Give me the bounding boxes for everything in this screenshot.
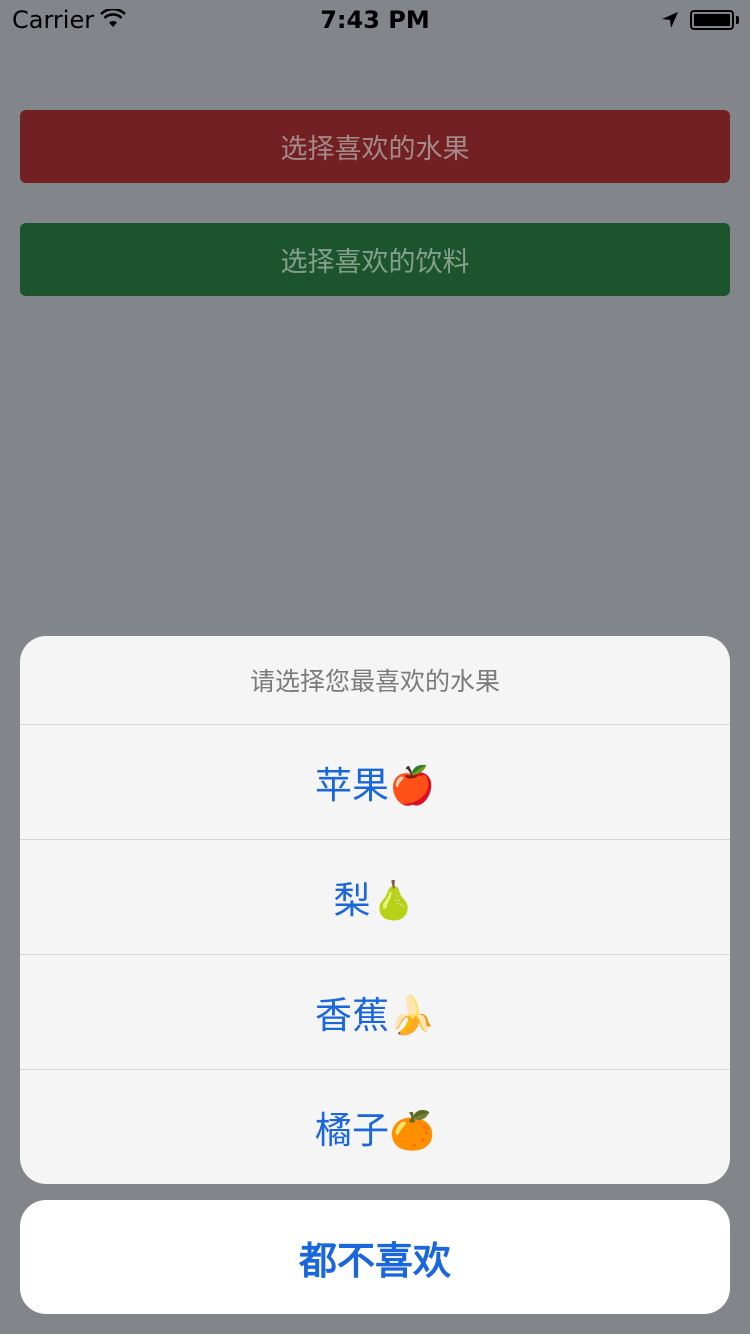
option-apple[interactable]: 苹果🍎 [20,725,730,840]
choose-fruit-button[interactable]: 选择喜欢的水果 [20,110,730,183]
option-banana[interactable]: 香蕉🍌 [20,955,730,1070]
cancel-button[interactable]: 都不喜欢 [20,1200,730,1314]
status-bar: Carrier 7:43 PM [0,0,750,40]
choose-drink-button[interactable]: 选择喜欢的饮料 [20,223,730,296]
battery-tip [736,16,739,24]
location-arrow-icon [662,12,678,28]
action-sheet-title: 请选择您最喜欢的水果 [20,636,730,725]
battery-icon [690,10,734,30]
action-sheet: 请选择您最喜欢的水果 苹果🍎 梨🍐 香蕉🍌 橘子🍊 [20,636,730,1184]
option-orange[interactable]: 橘子🍊 [20,1070,730,1184]
option-pear[interactable]: 梨🍐 [20,840,730,955]
clock: 7:43 PM [320,6,430,34]
